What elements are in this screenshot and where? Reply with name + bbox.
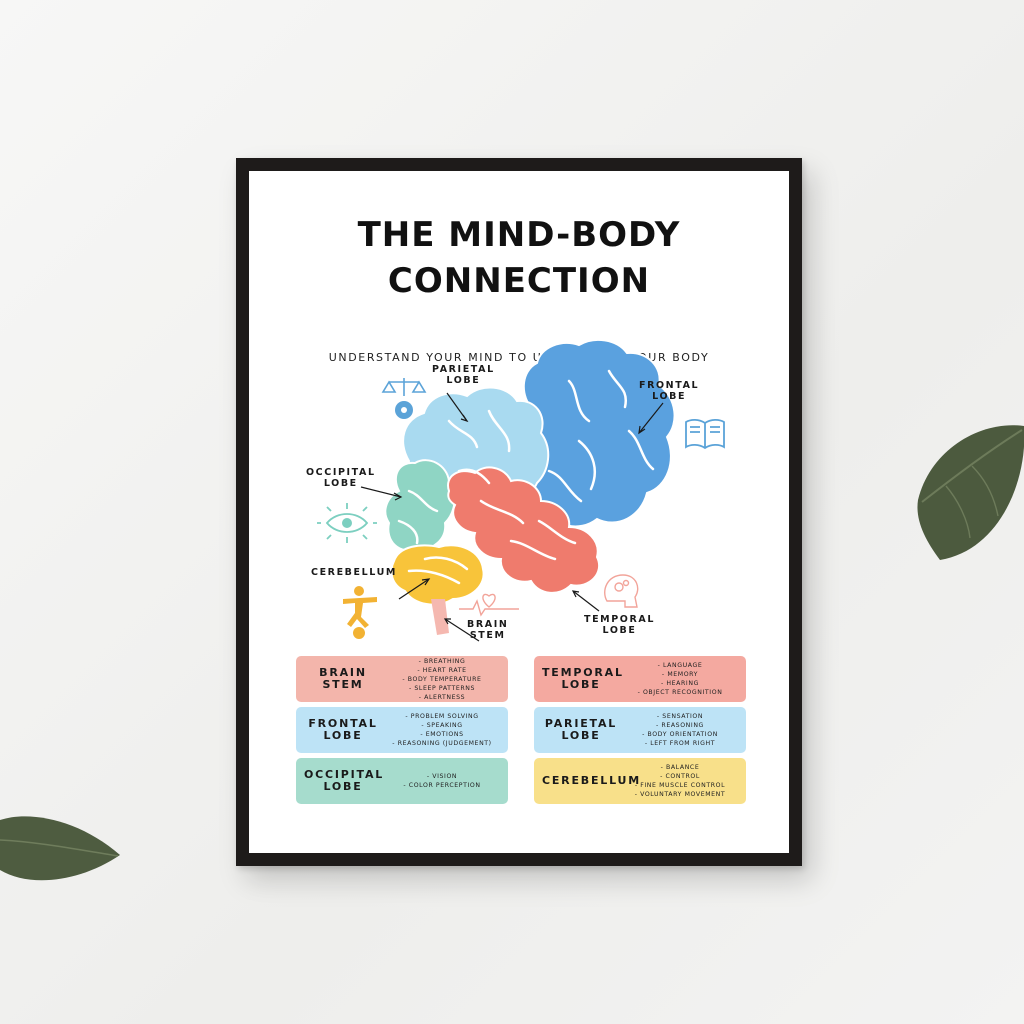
label-parietal-lobe: PARIETAL LOBE — [432, 364, 495, 386]
list-item: - HEARING — [661, 680, 699, 687]
info-box-frontal-lobe: FRONTAL LOBE - PROBLEM SOLVING - SPEAKIN… — [296, 707, 508, 753]
label-temporal-lobe: TEMPORAL LOBE — [584, 614, 655, 636]
info-box-title: TEMPORAL LOBE — [542, 666, 624, 691]
label-brain-stem: BRAIN STEM — [467, 619, 509, 641]
info-box-brain-stem: BRAIN STEM - BREATHING - HEART RATE - BO… — [296, 656, 508, 702]
eye-icon — [317, 503, 377, 543]
info-box-list: - VISION - COLOR PERCEPTION — [382, 772, 502, 790]
picture-frame: THE MIND-BODY CONNECTION UNDERSTAND YOUR… — [236, 158, 802, 866]
list-item: - VOLUNTARY MOVEMENT — [634, 791, 726, 798]
balancing-figure-icon — [343, 586, 377, 639]
info-box-title: FRONTAL LOBE — [308, 717, 378, 742]
list-item: - SLEEP PATTERNS — [409, 684, 475, 692]
info-box-title: CEREBELLUM — [542, 774, 641, 787]
info-box-list: - PROBLEM SOLVING - SPEAKING - EMOTIONS … — [382, 712, 502, 748]
list-item: - MEMORY — [661, 671, 699, 678]
list-item: - EMOTIONS — [420, 731, 464, 738]
info-box-cerebellum: CEREBELLUM - BALANCE - CONTROL - FINE MU… — [534, 758, 746, 804]
open-book-icon — [685, 418, 725, 450]
info-box-title: OCCIPITAL LOBE — [304, 768, 385, 793]
info-box-list: - SENSATION - REASONING - BODY ORIENTATI… — [620, 712, 740, 748]
list-item: - BODY ORIENTATION — [642, 731, 718, 738]
list-item: - BALANCE — [660, 764, 700, 771]
list-item: - PROBLEM SOLVING — [405, 713, 479, 720]
heartbeat-icon — [459, 593, 519, 617]
list-item: - COLOR PERCEPTION — [403, 782, 481, 789]
list-item: - REASONING — [656, 722, 704, 729]
label-cerebellum: CEREBELLUM — [311, 567, 397, 578]
list-item: - OBJECT RECOGNITION — [637, 689, 723, 696]
list-item: - BREATHING — [418, 657, 466, 665]
list-item: - REASONING (JUDGEMENT) — [392, 740, 492, 747]
list-item: - LANGUAGE — [657, 662, 703, 669]
info-box-list: - LANGUAGE - MEMORY - HEARING - OBJECT R… — [620, 661, 740, 697]
scales-icon — [381, 378, 427, 419]
poster: THE MIND-BODY CONNECTION UNDERSTAND YOUR… — [249, 171, 789, 853]
info-box-occipital-lobe: OCCIPITAL LOBE - VISION - COLOR PERCEPTI… — [296, 758, 508, 804]
info-box-title: PARIETAL LOBE — [544, 717, 618, 742]
list-item: - LEFT FROM RIGHT — [644, 740, 716, 747]
list-item: - CONTROL — [660, 773, 700, 780]
list-item: - HEART RATE — [417, 666, 467, 674]
list-item: - BODY TEMPERATURE — [402, 675, 482, 683]
list-item: - VISION — [426, 773, 458, 780]
info-box-list: - BALANCE - CONTROL - FINE MUSCLE CONTRO… — [620, 763, 740, 799]
list-item: - FINE MUSCLE CONTROL — [634, 782, 726, 789]
brain-stem-shape — [431, 599, 449, 635]
info-box-parietal-lobe: PARIETAL LOBE - SENSATION - REASONING - … — [534, 707, 746, 753]
info-box-temporal-lobe: TEMPORAL LOBE - LANGUAGE - MEMORY - HEAR… — [534, 656, 746, 702]
occipital-lobe-shape — [384, 459, 456, 552]
info-box-list: - BREATHING - HEART RATE - BODY TEMPERAT… — [382, 657, 502, 702]
info-box-title: BRAIN STEM — [319, 666, 367, 691]
frontal-lobe-shape — [522, 338, 676, 528]
label-frontal-lobe: FRONTAL LOBE — [639, 380, 700, 402]
head-gear-icon — [395, 401, 413, 419]
plant-leaf-left — [0, 816, 120, 881]
plant-leaf-right — [917, 425, 1024, 560]
list-item: - SPEAKING — [421, 722, 463, 729]
list-item: - ALERTNESS — [418, 693, 466, 701]
head-thought-icon — [604, 574, 639, 608]
label-occipital-lobe: OCCIPITAL LOBE — [306, 467, 376, 489]
list-item: - SENSATION — [656, 713, 704, 720]
